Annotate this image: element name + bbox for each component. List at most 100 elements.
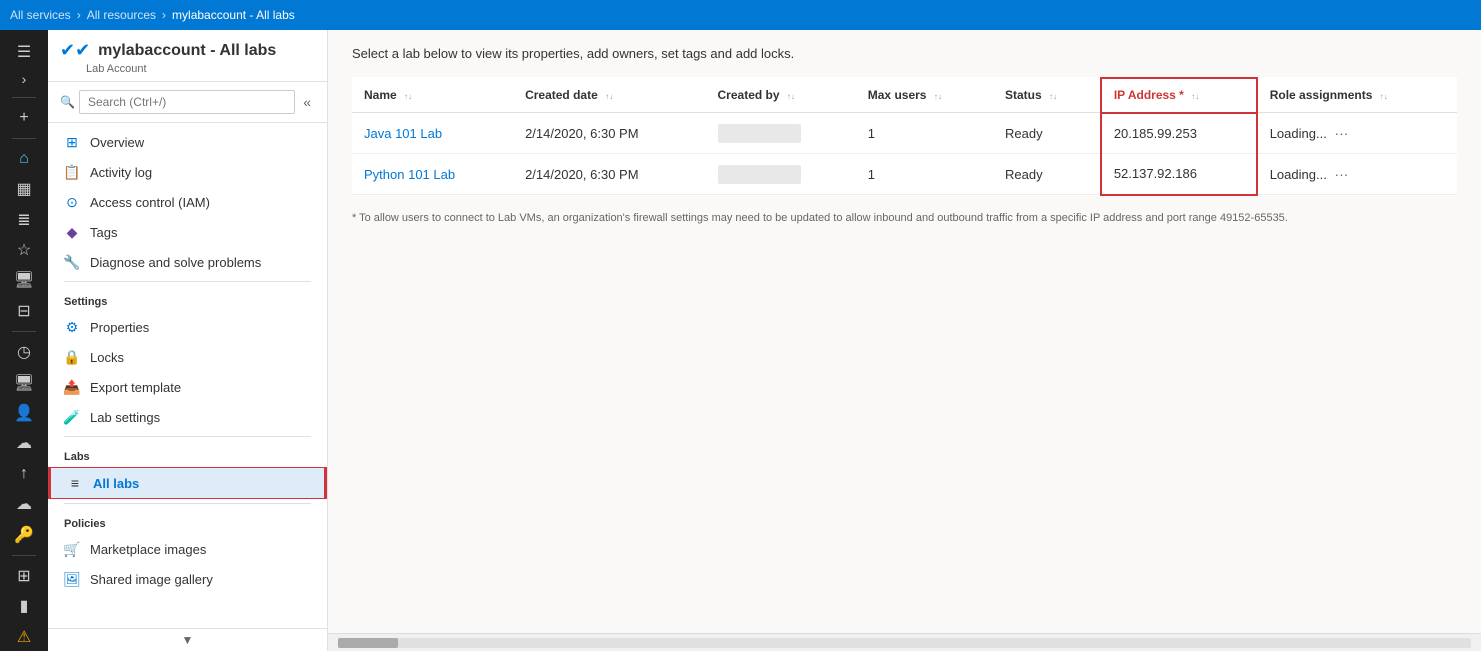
col-header-created-date[interactable]: Created date ↑↓ [513, 78, 705, 113]
cell-created-date-python: 2/14/2020, 6:30 PM [513, 154, 705, 195]
sidebar-item-label-diagnose: Diagnose and solve problems [90, 255, 261, 270]
table-row: Java 101 Lab 2/14/2020, 6:30 PM 1 Ready … [352, 113, 1457, 154]
rail-item-plus[interactable]: + [4, 103, 44, 131]
locks-icon: 🔒 [64, 349, 80, 365]
horizontal-scrollbar-track[interactable] [338, 638, 1471, 648]
overview-icon: ⊞ [64, 134, 80, 150]
rail-item-dashboard[interactable]: ▦ [4, 175, 44, 203]
sidebar-item-label-export-template: Export template [90, 380, 181, 395]
rail-item-terminal[interactable]: ▮ [4, 592, 44, 620]
sidebar-nav: ⊞ Overview 📋 Activity log ⊙ Access contr… [48, 123, 327, 628]
col-created-by-label: Created by [718, 88, 780, 102]
rail-item-monitor[interactable]: 🖥 [4, 266, 44, 294]
table-header: Name ↑↓ Created date ↑↓ Created by ↑↓ [352, 78, 1457, 113]
role-loading-java: Loading... [1270, 126, 1327, 141]
tags-icon: ◆ [64, 224, 80, 240]
rail-item-upload[interactable]: ↑ [4, 460, 44, 488]
rail-item-user[interactable]: 👤 [4, 399, 44, 427]
sidebar-item-marketplace-images[interactable]: 🛒 Marketplace images [48, 534, 327, 564]
sidebar-item-lab-settings[interactable]: 🧪 Lab settings [48, 402, 327, 432]
sidebar-item-label-all-labs: All labs [93, 476, 139, 491]
sidebar-item-overview[interactable]: ⊞ Overview [48, 127, 327, 157]
export-icon: 📤 [64, 379, 80, 395]
rail-item-table[interactable]: ⊞ [4, 562, 44, 590]
sidebar-item-label-activity-log: Activity log [90, 165, 152, 180]
rail-divider-1 [12, 97, 36, 98]
scroll-down-icon: ▼ [182, 633, 194, 647]
horizontal-scrollbar-thumb[interactable] [338, 638, 398, 648]
rail-item-hamburger[interactable]: ☰ [4, 38, 44, 66]
sidebar-item-locks[interactable]: 🔒 Locks [48, 342, 327, 372]
labs-section-title: Labs [48, 441, 327, 467]
sidebar-title: mylabaccount - All labs [98, 42, 276, 60]
main-layout: ☰ › + ⌂ ▦ ≣ ☆ 🖥 ⊟ ◷ 🖥 👤 ☁ ↑ ☁ 🔑 ⊞ ▮ ⚠ [0, 30, 1481, 651]
rail-item-list[interactable]: ⊟ [4, 297, 44, 325]
created-date-sort-icons: ↑↓ [605, 93, 613, 101]
lab-link-python[interactable]: Python 101 Lab [364, 167, 455, 182]
rail-expand[interactable]: › [4, 68, 44, 90]
search-input[interactable] [79, 90, 295, 114]
sidebar-scroll-down[interactable]: ▼ [48, 628, 327, 651]
rail-item-cloud2[interactable]: ☁ [4, 490, 44, 518]
col-header-name[interactable]: Name ↑↓ [352, 78, 513, 113]
col-header-role-assignments[interactable]: Role assignments ↑↓ [1257, 78, 1457, 113]
row-ellipsis-java[interactable]: ··· [1330, 123, 1352, 143]
cell-created-by-java [706, 113, 856, 154]
sidebar-item-diagnose[interactable]: 🔧 Diagnose and solve problems [48, 247, 327, 277]
rail-item-favorites[interactable]: ☆ [4, 236, 44, 264]
rail-item-clock[interactable]: ◷ [4, 338, 44, 366]
breadcrumb-all-resources[interactable]: All resources [87, 8, 156, 22]
labs-table: Name ↑↓ Created date ↑↓ Created by ↑↓ [352, 77, 1457, 196]
col-name-label: Name [364, 88, 397, 102]
rail-item-cloud[interactable]: ☁ [4, 429, 44, 457]
cell-max-users-java: 1 [856, 113, 993, 154]
sidebar-item-shared-image-gallery[interactable]: 🖼 Shared image gallery [48, 564, 327, 594]
rail-item-key[interactable]: 🔑 [4, 520, 44, 548]
cell-max-users-python: 1 [856, 154, 993, 195]
rail-item-resources[interactable]: ≣ [4, 205, 44, 233]
rail-item-home[interactable]: ⌂ [4, 145, 44, 173]
lab-link-java[interactable]: Java 101 Lab [364, 126, 442, 141]
sidebar-item-access-control[interactable]: ⊙ Access control (IAM) [48, 187, 327, 217]
sidebar-collapse-button[interactable]: « [299, 92, 315, 112]
sidebar-item-all-labs[interactable]: ≡ All labs [48, 467, 327, 499]
rail-divider-2 [12, 138, 36, 139]
ip-sort-icons: ↑↓ [1191, 93, 1199, 101]
activity-log-icon: 📋 [64, 164, 80, 180]
cell-created-date-java: 2/14/2020, 6:30 PM [513, 113, 705, 154]
all-labs-icon: ≡ [67, 475, 83, 491]
breadcrumb: All services › All resources › mylabacco… [10, 8, 295, 22]
col-header-ip-address[interactable]: IP Address * ↑↓ [1101, 78, 1257, 113]
cell-status-python: Ready [993, 154, 1101, 195]
col-header-max-users[interactable]: Max users ↑↓ [856, 78, 993, 113]
rail-divider-4 [12, 555, 36, 556]
bottom-scroll-bar[interactable] [328, 633, 1481, 651]
table-row: Python 101 Lab 2/14/2020, 6:30 PM 1 Read… [352, 154, 1457, 195]
sidebar-item-tags[interactable]: ◆ Tags [48, 217, 327, 247]
sidebar-item-properties[interactable]: ⚙ Properties [48, 312, 327, 342]
col-role-label: Role assignments [1270, 88, 1373, 102]
content-description: Select a lab below to view its propertie… [352, 46, 1457, 61]
row-ellipsis-python[interactable]: ··· [1330, 164, 1352, 184]
cell-role-java: Loading... ··· [1257, 113, 1457, 154]
table-body: Java 101 Lab 2/14/2020, 6:30 PM 1 Ready … [352, 113, 1457, 195]
breadcrumb-current: mylabaccount - All labs [172, 8, 295, 22]
rail-item-alert[interactable]: ⚠ [4, 622, 44, 650]
sidebar-title-icon: ✔✔ [60, 40, 90, 61]
rail-divider-3 [12, 331, 36, 332]
rail-item-screen[interactable]: 🖥 [4, 368, 44, 396]
sidebar-item-label-access-control: Access control (IAM) [90, 195, 210, 210]
sidebar-search-bar: 🔍 « [48, 82, 327, 123]
sidebar-item-activity-log[interactable]: 📋 Activity log [48, 157, 327, 187]
lab-settings-icon: 🧪 [64, 409, 80, 425]
col-header-created-by[interactable]: Created by ↑↓ [706, 78, 856, 113]
cell-role-python: Loading... ··· [1257, 154, 1457, 195]
main-content: Select a lab below to view its propertie… [328, 30, 1481, 651]
diagnose-icon: 🔧 [64, 254, 80, 270]
col-max-users-label: Max users [868, 88, 927, 102]
icon-rail: ☰ › + ⌂ ▦ ≣ ☆ 🖥 ⊟ ◷ 🖥 👤 ☁ ↑ ☁ 🔑 ⊞ ▮ ⚠ [0, 30, 48, 651]
sidebar-item-label-overview: Overview [90, 135, 144, 150]
breadcrumb-all-services[interactable]: All services [10, 8, 71, 22]
sidebar-item-export-template[interactable]: 📤 Export template [48, 372, 327, 402]
col-header-status[interactable]: Status ↑↓ [993, 78, 1101, 113]
